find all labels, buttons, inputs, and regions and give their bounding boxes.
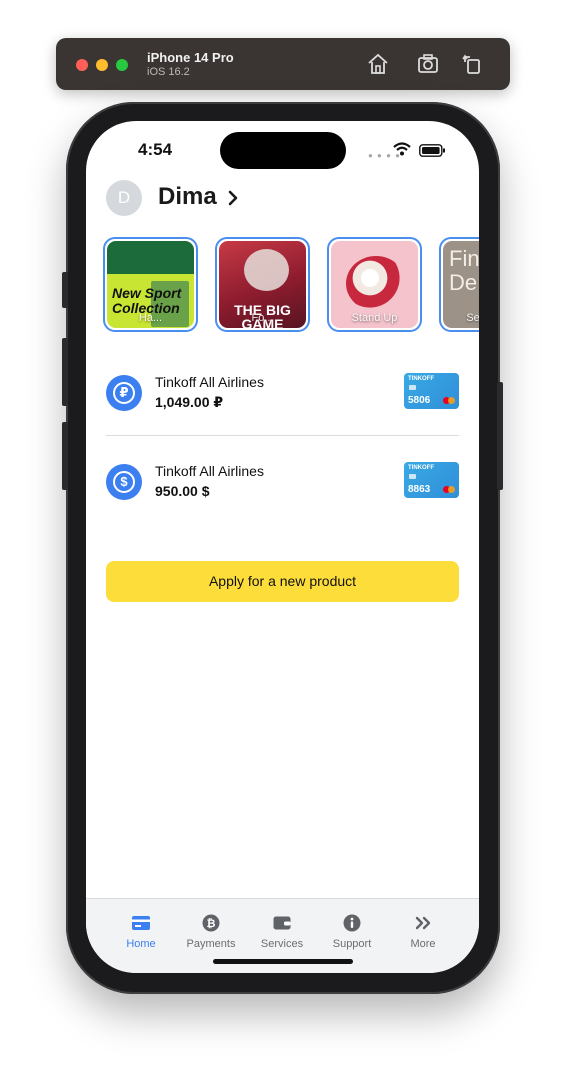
simulator-toolbar: iPhone 14 Pro iOS 16.2 (56, 38, 510, 90)
zoom-window-button[interactable] (116, 59, 128, 71)
card-thumbnail: TINKOFF 5806 (404, 373, 459, 409)
close-window-button[interactable] (76, 59, 88, 71)
chevron-right-icon[interactable] (226, 189, 240, 207)
story-photo (346, 256, 406, 311)
account-balance: 950.00 $ (155, 483, 210, 499)
tab-label: More (410, 938, 436, 950)
story-label: Secon... (466, 312, 479, 324)
volume-up-button (62, 338, 68, 406)
tab-label: Payments (186, 938, 236, 950)
story-cover-image: Fin Per De Secon... (443, 241, 479, 328)
mute-switch (62, 272, 68, 308)
minimize-window-button[interactable] (96, 59, 108, 71)
apply-new-product-button[interactable]: Apply for a new product (106, 561, 459, 602)
card-chip (409, 474, 416, 479)
home-icon[interactable] (366, 52, 390, 76)
simulator-os-version: iOS 16.2 (147, 66, 190, 78)
ruble-coin-icon: ₽ (106, 375, 142, 411)
wifi-icon (393, 142, 411, 156)
story-cover-image: THE BIG GAME Fo... (219, 241, 306, 328)
card-brand: TINKOFF (408, 376, 434, 382)
mastercard-logo-icon (443, 486, 455, 493)
card-icon (132, 916, 150, 930)
tab-home[interactable]: Home (106, 899, 176, 954)
svg-text:₿: ₿ (207, 917, 216, 930)
dynamic-island (220, 132, 346, 169)
card-chip (409, 385, 416, 390)
tab-more[interactable]: More (388, 899, 458, 954)
tab-label: Support (332, 938, 372, 950)
payments-coin-icon: ₿ (202, 914, 220, 932)
volume-down-button (62, 422, 68, 490)
account-balance: 1,049.00 ₽ (155, 394, 224, 410)
tab-support[interactable]: Support (317, 899, 387, 954)
tab-payments[interactable]: ₿ Payments (176, 899, 246, 954)
mastercard-logo-icon (443, 397, 455, 404)
story-art-text: Fin Per De (449, 246, 479, 295)
info-icon (343, 914, 361, 932)
phone-screen: 4:54 ● ● ● ● D Dima New Sport Collection… (86, 121, 479, 973)
story-photo (244, 249, 289, 291)
screenshot-icon[interactable] (416, 52, 440, 76)
tab-label: Home (126, 938, 156, 950)
card-brand: TINKOFF (408, 465, 434, 471)
story-cover-image: New Sport Collection Ha... (107, 241, 194, 328)
story-cover-image: Stand Up (331, 241, 418, 328)
rotate-icon[interactable] (460, 52, 484, 76)
power-button (497, 382, 503, 490)
card-thumbnail: TINKOFF 8863 (404, 462, 459, 498)
home-indicator[interactable] (213, 959, 353, 964)
stories-carousel[interactable]: New Sport Collection Ha... THE BIG GAME … (103, 237, 479, 333)
account-name: Tinkoff All Airlines (155, 374, 264, 390)
account-row[interactable]: ₽ Tinkoff All Airlines 1,049.00 ₽ TINKOF… (106, 373, 459, 415)
divider (106, 435, 459, 436)
story-item[interactable]: Stand Up (327, 237, 422, 332)
wallet-icon (273, 916, 291, 930)
account-name: Tinkoff All Airlines (155, 463, 264, 479)
tab-label: Services (260, 938, 304, 950)
battery-icon (419, 144, 445, 157)
dollar-coin-icon: $ (106, 464, 142, 500)
card-last4: 8863 (408, 484, 431, 495)
status-time: 4:54 (138, 140, 173, 159)
story-item[interactable]: New Sport Collection Ha... (103, 237, 198, 332)
story-label: Fo... (251, 312, 274, 324)
story-label: Ha... (138, 312, 163, 324)
profile-name[interactable]: Dima (158, 183, 217, 211)
story-label: Stand Up (351, 312, 398, 324)
story-item[interactable]: THE BIG GAME Fo... (215, 237, 310, 332)
simulator-device-name: iPhone 14 Pro (147, 50, 234, 65)
story-item[interactable]: Fin Per De Secon... (439, 237, 479, 332)
card-last4: 5806 (408, 395, 431, 406)
avatar[interactable]: D (106, 180, 142, 216)
tab-services[interactable]: Services (247, 899, 317, 954)
account-row[interactable]: $ Tinkoff All Airlines 950.00 $ TINKOFF … (106, 462, 459, 504)
double-chevron-icon (415, 916, 431, 930)
